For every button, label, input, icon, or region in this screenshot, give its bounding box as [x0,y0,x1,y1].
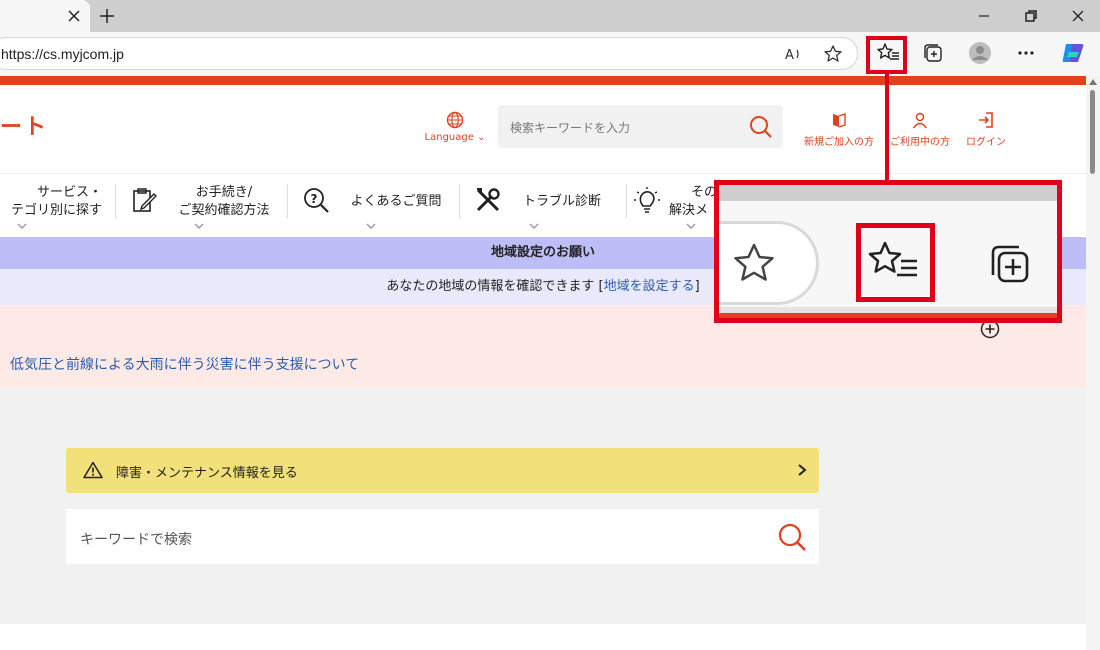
top-brand-bar [0,76,1086,85]
tools-icon [476,188,500,212]
minimize-icon[interactable] [974,6,994,26]
copilot-icon[interactable] [1060,40,1086,66]
nav-divider [287,184,288,218]
collections-icon [991,245,1029,283]
login-icon [979,112,993,128]
nav-label: よくあるご質問 [350,194,442,209]
chevron-down-icon [366,223,376,229]
zoom-tabstrip [719,185,1057,201]
chevron-down-icon [686,223,696,229]
nav-item-procedures[interactable]: お手続き/ ご契約確認方法 [120,174,285,238]
address-bar[interactable]: https://cs.myjcom.jp A [0,37,858,70]
login-label: ログイン [966,137,1006,148]
svg-text:A: A [785,48,794,63]
site-logo[interactable]: ート [0,109,48,141]
nav-item-services[interactable]: サービス・ テゴリ別に探す [0,174,112,238]
callout-connector [885,74,889,182]
zoom-callout [714,180,1062,323]
restore-icon[interactable] [1021,6,1041,26]
profile-icon[interactable] [967,40,993,66]
maintenance-label: 障害・メンテナンス情報を見る [116,466,298,481]
region-suffix: ] [694,279,700,294]
maintenance-info-button[interactable]: 障害・メンテナンス情報を見る [66,448,819,493]
search-icon[interactable] [777,522,807,552]
globe-icon [446,111,464,129]
footer-area [0,624,1086,650]
nav-label-line1: サービス・ [36,185,102,200]
zoom-brand-bar [719,313,1057,318]
person-icon [912,112,928,129]
web-page: ート Language ⌄ 検索キーワードを入力 新規ご加入の方 ご利用中の方 … [0,76,1086,650]
chevron-down-icon [529,223,539,229]
book-icon [833,113,846,128]
login-link[interactable]: ログイン [946,111,1026,148]
nav-item-faq[interactable]: ? よくあるご質問 [292,174,457,238]
close-icon[interactable] [66,8,82,24]
nav-divider [459,184,460,218]
keyword-placeholder: キーワードで検索 [80,532,192,548]
plus-icon[interactable] [98,7,116,25]
question-search-icon: ? [304,188,329,213]
nav-divider [115,184,116,218]
star-icon [734,243,774,281]
browser-tab[interactable] [0,0,90,32]
url-text[interactable]: https://cs.myjcom.jp [1,46,124,62]
scrollbar[interactable] [1086,76,1100,650]
favorites-highlight-box [866,36,907,74]
nav-item-troubleshoot[interactable]: トラブル診断 [464,174,624,238]
chevron-down-icon [194,223,204,229]
more-icon[interactable] [1013,40,1039,66]
current-user-label: ご利用中の方 [890,137,950,148]
edit-document-icon [133,188,157,212]
search-placeholder: 検索キーワードを入力 [510,121,631,135]
favorites-icon [868,241,917,277]
language-selector[interactable]: Language ⌄ [424,111,486,143]
star-icon[interactable] [823,44,843,64]
svg-text:?: ? [311,192,318,206]
new-subscriber-label: 新規ご加入の方 [804,137,874,148]
chevron-down-icon [17,223,27,229]
language-label: Language [424,132,474,143]
tab-strip [0,0,1100,32]
chevron-down-icon: ⌄ [477,132,486,143]
keyword-search-input[interactable]: キーワードで検索 [66,509,819,564]
nav-divider [626,184,627,218]
site-header: ート Language ⌄ 検索キーワードを入力 新規ご加入の方 ご利用中の方 … [0,85,1086,173]
nav-label-line1: お手続き/ [195,185,253,200]
nav-label-line2: ご契約確認方法 [178,203,270,218]
region-message: あなたの地域の情報を確認できます [ [386,279,604,294]
disaster-support-link[interactable]: 低気圧と前線による大雨に伴う災害に伴う支援について [10,354,359,374]
scroll-up-icon[interactable] [1089,79,1097,85]
search-icon[interactable] [749,115,773,139]
scrollbar-thumb[interactable] [1090,90,1095,174]
nav-label: トラブル診断 [522,194,601,209]
collections-icon[interactable] [920,40,946,66]
new-subscriber-link[interactable]: 新規ご加入の方 [799,111,879,148]
lightbulb-icon [634,187,660,213]
set-region-link[interactable]: 地域を設定する [604,279,695,294]
header-search-input[interactable]: 検索キーワードを入力 [498,105,783,148]
chevron-right-icon [798,464,807,476]
window-close-icon[interactable] [1068,6,1088,26]
warning-icon [83,461,103,479]
nav-label-line2: テゴリ別に探す [10,203,102,218]
read-aloud-icon[interactable]: A [783,44,803,64]
